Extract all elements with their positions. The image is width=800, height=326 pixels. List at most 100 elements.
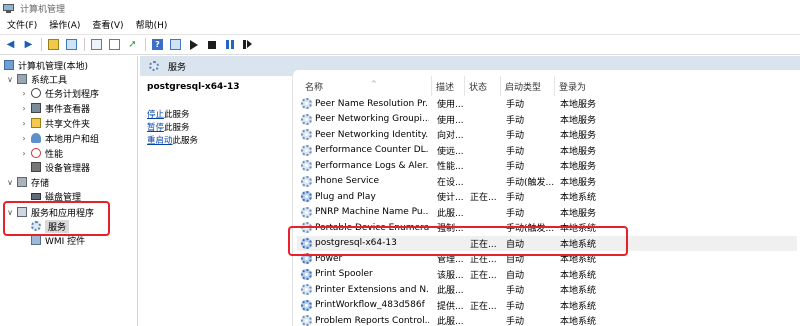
service-gear-icon [301, 284, 312, 296]
restart-icon[interactable] [241, 38, 254, 51]
service-desc-cell: 此服... [437, 286, 464, 297]
service-logon-cell: 本地系统 [560, 193, 597, 204]
collapse-chevron-icon[interactable]: ∨ [6, 75, 14, 84]
tree-storage[interactable]: ∨ 存储 [6, 175, 49, 189]
service-desc-cell: 在设... [437, 177, 464, 188]
service-desc-cell: 使计... [437, 193, 464, 204]
pause-service-link[interactable]: 暂停 [147, 123, 164, 133]
service-row[interactable]: Peer Networking Groupi... 使用... 手动 本地服务 [297, 112, 797, 128]
service-row[interactable]: Performance Counter DL... 使远... 手动 本地服务 [297, 143, 797, 159]
column-header-description[interactable]: 描述 [432, 76, 465, 96]
service-gear-icon [301, 98, 312, 110]
service-details-pane: postgresql-x64-13 停止此服务 暂停此服务 重启动此服务 [140, 76, 292, 326]
service-logon-cell: 本地服务 [560, 115, 597, 126]
service-status-cell [470, 143, 506, 159]
toolbar: ◀ ▶ ➚ ? [0, 34, 800, 55]
clock-icon [31, 88, 41, 98]
column-header-name[interactable]: 名称 ^ [301, 76, 432, 96]
up-folder-icon[interactable] [47, 38, 60, 51]
start-icon[interactable] [187, 38, 200, 51]
tree-event-viewer[interactable]: › 事件查看器 [20, 101, 90, 115]
service-name-cell: Performance Counter DL... [301, 143, 429, 159]
service-name: Problem Reports Control... [315, 315, 429, 326]
tree-local-users[interactable]: › 本地用户和组 [20, 131, 99, 145]
expand-chevron-icon[interactable]: › [20, 134, 28, 143]
stop-service-link[interactable]: 停止 [147, 110, 164, 120]
service-row[interactable]: Printer Extensions and N... 此服... 手动 本地系统 [297, 282, 797, 298]
service-status-cell [470, 127, 506, 143]
expand-chevron-icon[interactable]: › [20, 104, 28, 113]
refresh-icon[interactable] [108, 38, 121, 51]
service-logon-cell: 本地系统 [560, 317, 597, 326]
export-icon[interactable]: ➚ [126, 38, 139, 51]
menu-view[interactable]: 查看(V) [92, 18, 123, 31]
properties-icon[interactable] [90, 38, 103, 51]
expand-chevron-icon[interactable]: › [20, 89, 28, 98]
service-desc-cell: 使用... [437, 115, 464, 126]
help-icon[interactable]: ? [151, 38, 164, 51]
forward-icon[interactable]: ▶ [22, 38, 35, 51]
expand-chevron-icon[interactable]: › [20, 149, 28, 158]
shared-folder-icon [31, 118, 41, 128]
tree-performance[interactable]: › 性能 [20, 146, 63, 160]
service-name: Print Spooler [315, 269, 373, 280]
service-gear-icon [301, 144, 312, 156]
disk-icon [31, 192, 41, 200]
tree-system-tools[interactable]: ∨ 系统工具 [6, 72, 67, 86]
service-name-cell: Performance Logs & Aler... [301, 158, 429, 174]
menu-file[interactable]: 文件(F) [7, 18, 37, 31]
column-header-log-on-as[interactable]: 登录为 [555, 76, 615, 96]
service-name: PNRP Machine Name Pu... [315, 207, 429, 218]
toolbar-separator [41, 38, 42, 51]
service-desc-cell: 该服... [437, 270, 464, 281]
service-name-cell: Peer Name Resolution Pr... [301, 96, 429, 112]
pause-icon[interactable] [223, 38, 236, 51]
service-name: Peer Networking Identity... [315, 129, 429, 140]
service-row[interactable]: Peer Networking Identity... 向对... 手动 本地服务 [297, 127, 797, 143]
column-header-startup-type[interactable]: 启动类型 [501, 76, 555, 96]
service-gear-icon [301, 299, 312, 311]
service-startup-cell: 手动 [506, 193, 525, 204]
restart-service-action: 重启动此服务 [147, 134, 198, 146]
service-status-cell [470, 205, 506, 221]
menu-help[interactable]: 帮助(H) [136, 18, 168, 31]
highlight-box-services-apps [3, 201, 110, 236]
collapse-chevron-icon[interactable]: ∨ [6, 178, 14, 187]
service-row[interactable]: Plug and Play 使计... 正在... 手动 本地系统 [297, 189, 797, 205]
stop-service-suffix: 此服务 [164, 110, 190, 120]
restart-service-suffix: 此服务 [172, 136, 199, 146]
tree-root[interactable]: 计算机管理(本地) [4, 58, 88, 72]
stop-icon[interactable] [205, 38, 218, 51]
service-row[interactable]: PrintWorkflow_483d586f 提供... 正在... 手动 本地系统 [297, 298, 797, 314]
show-tree-icon[interactable] [65, 38, 78, 51]
service-logon-cell: 本地服务 [560, 177, 597, 188]
service-desc-cell: 此服... [437, 317, 464, 326]
title-bar: 计算机管理 [0, 0, 800, 16]
pause-service-action: 暂停此服务 [147, 121, 190, 133]
service-startup-cell: 手动 [506, 115, 525, 126]
back-icon[interactable]: ◀ [4, 38, 17, 51]
restart-service-link[interactable]: 重启动 [147, 136, 173, 146]
service-startup-cell: 手动 [506, 286, 525, 297]
service-row[interactable]: Print Spooler 该服... 正在... 自动 本地系统 [297, 267, 797, 283]
expand-chevron-icon[interactable]: › [20, 119, 28, 128]
service-row[interactable]: PNRP Machine Name Pu... 此服... 手动 本地服务 [297, 205, 797, 221]
console-icon[interactable] [169, 38, 182, 51]
service-name-cell: Print Spooler [301, 267, 429, 283]
service-row[interactable]: Peer Name Resolution Pr... 使用... 手动 本地服务 [297, 96, 797, 112]
service-row[interactable]: Problem Reports Control... 此服... 手动 本地系统 [297, 313, 797, 326]
tree-device-manager[interactable]: 设备管理器 [31, 160, 90, 174]
service-row[interactable]: Performance Logs & Aler... 性能... 手动 本地服务 [297, 158, 797, 174]
service-name: Peer Name Resolution Pr... [315, 98, 429, 109]
service-name-cell: Problem Reports Control... [301, 313, 429, 326]
service-name: Printer Extensions and N... [315, 284, 429, 295]
tree-task-scheduler[interactable]: › 任务计划程序 [20, 86, 99, 100]
toolbar-separator [84, 38, 85, 51]
service-name-cell: Plug and Play [301, 189, 429, 205]
tree-shared-folders[interactable]: › 共享文件夹 [20, 116, 90, 130]
service-row[interactable]: Phone Service 在设... 手动(触发... 本地服务 [297, 174, 797, 190]
column-header-status[interactable]: 状态 [465, 76, 501, 96]
service-startup-cell: 手动 [506, 146, 525, 157]
service-status-cell: 正在... [470, 301, 497, 312]
menu-action[interactable]: 操作(A) [49, 18, 80, 31]
